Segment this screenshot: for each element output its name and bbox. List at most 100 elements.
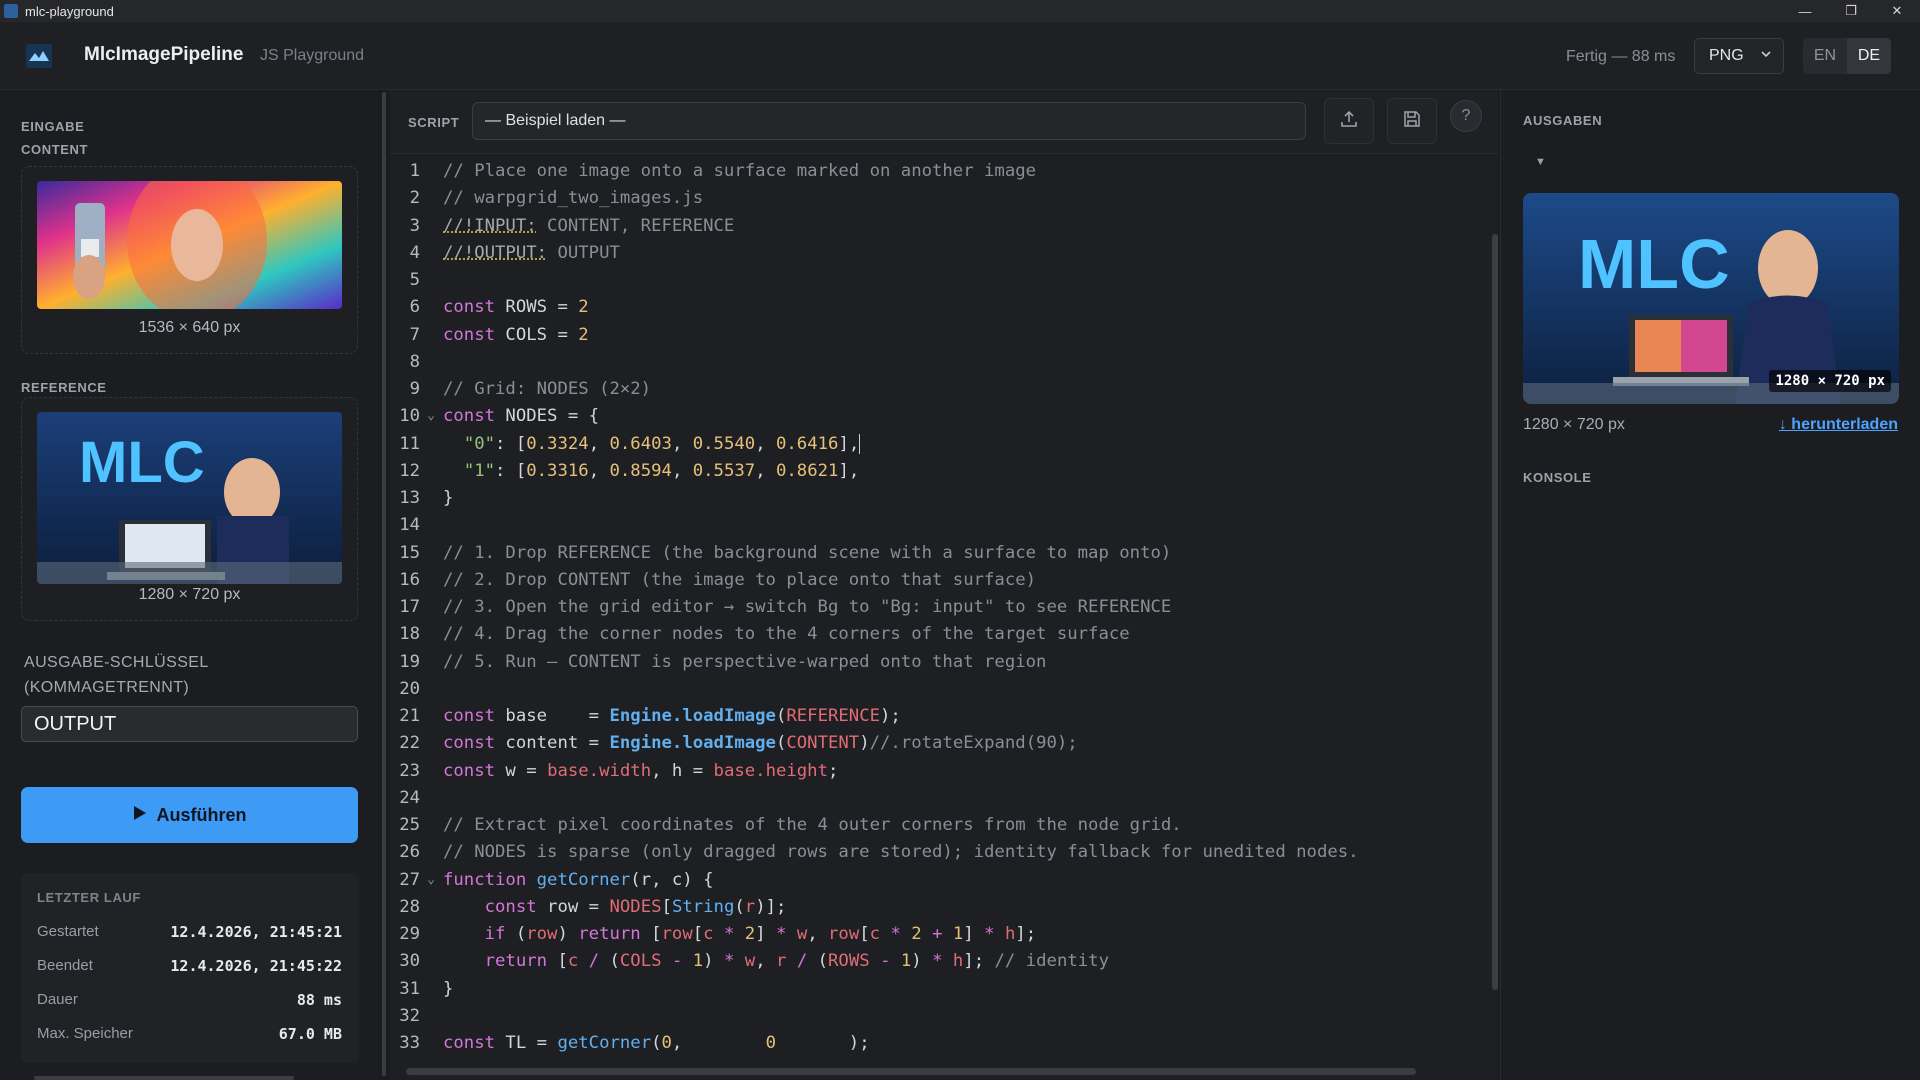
code-line: 22 const content = Engine.loadImage(CONTE… — [390, 729, 1480, 756]
code-line: 20 — [390, 675, 1480, 702]
code-line: 26 // NODES is sparse (only dragged rows … — [390, 838, 1480, 865]
output-panel: AUSGABEN ▼ MLC 1280 × 720 px 1280 × 720 … — [1500, 90, 1920, 1080]
code-line: 10 ⌄ const NODES = { — [390, 402, 1480, 429]
editor-horizontal-scrollbar[interactable] — [406, 1068, 1416, 1075]
code-identifier: REFERENCE — [786, 705, 881, 726]
number: 0.5540 — [692, 433, 756, 454]
line-number: 12 — [399, 460, 420, 481]
line-number: 29 — [399, 923, 420, 944]
sidebar-scrollbar[interactable] — [34, 1076, 294, 1080]
code-text: ROWS = — [495, 296, 579, 317]
fold-chevron-icon[interactable]: ⌄ — [424, 872, 438, 887]
format-select[interactable]: PNG — [1694, 38, 1784, 74]
code-line: 27 ⌄ function getCorner(r, c) { — [390, 866, 1480, 893]
keyword: const — [443, 760, 496, 781]
number: 0.8594 — [609, 460, 672, 481]
maximize-icon[interactable]: ❐ — [1828, 0, 1874, 22]
code-text: w = — [495, 760, 548, 781]
upload-button[interactable] — [1324, 98, 1374, 144]
code-text: base = — [495, 705, 610, 726]
brand-title: MlcImagePipeline — [84, 44, 244, 65]
code-comment: // NODES is sparse (only dragged rows ar… — [443, 841, 1359, 862]
code-comment: CONTENT, REFERENCE — [536, 215, 735, 236]
content-dimensions: 1536 × 640 px — [138, 319, 241, 336]
code-identifier: row — [661, 923, 693, 944]
line-number: 25 — [399, 814, 420, 835]
line-number: 19 — [399, 651, 420, 672]
code-editor[interactable]: 1 // Place one image onto a surface marke… — [390, 154, 1498, 1070]
number: 2 — [578, 324, 589, 345]
input-sidebar: EINGABE CONTENT 1536 × 640 px REFERENCE — [0, 90, 378, 1080]
lang-en-button[interactable]: EN — [1803, 38, 1847, 74]
code-line: 11 "0": [0.3324, 0.6403, 0.5540, 0.6416]… — [390, 430, 1480, 457]
code-comment: OUTPUT — [547, 242, 620, 263]
last-run-title: LETZTER LAUF — [37, 890, 141, 905]
code-comment: // 1. Drop REFERENCE (the background sce… — [443, 542, 1172, 563]
lang-de-button[interactable]: DE — [1847, 38, 1891, 74]
number: 0.3316 — [526, 460, 589, 481]
row-label: Max. Speicher — [37, 1025, 133, 1042]
output-image-preview[interactable]: MLC 1280 × 720 px — [1523, 193, 1899, 404]
help-button[interactable]: ? — [1450, 100, 1482, 132]
code-identifier: row — [526, 923, 558, 944]
window-controls: — ❐ ✕ — [1782, 0, 1920, 22]
code-line: 25 // Extract pixel coordinates of the 4 … — [390, 811, 1480, 838]
string: "1" — [463, 460, 496, 481]
line-number: 32 — [399, 1005, 420, 1026]
play-icon — [133, 805, 147, 826]
code-comment: // Grid: NODES (2×2) — [443, 378, 652, 399]
format-value: PNG — [1709, 47, 1744, 64]
line-number: 17 — [399, 596, 420, 617]
code-line: 8 — [390, 348, 1480, 375]
code-identifier: r — [744, 896, 756, 917]
code-identifier: base.width — [547, 760, 652, 781]
number: 0.3324 — [526, 433, 589, 454]
code-comment: // 4. Drag the corner nodes to the 4 cor… — [443, 623, 1130, 644]
line-number: 4 — [409, 242, 420, 263]
reference-image-dropzone[interactable]: MLC 1280 × 720 px — [21, 397, 358, 621]
brand-subtitle: JS Playground — [260, 47, 365, 64]
code-line: 2 // warpgrid_two_images.js — [390, 184, 1480, 211]
fold-chevron-icon[interactable]: ⌄ — [424, 408, 438, 423]
line-number: 30 — [399, 950, 420, 971]
output-key-input[interactable]: OUTPUT — [21, 706, 358, 742]
code-text: } — [443, 487, 454, 508]
code-line: 19 // 5. Run — CONTENT is perspective-war… — [390, 648, 1480, 675]
row-label: Dauer — [37, 991, 78, 1008]
last-run-row: Max. Speicher 67.0 MB — [37, 1025, 342, 1043]
directive: //!OUTPUT: — [443, 242, 548, 263]
code-identifier: CONTENT — [786, 732, 860, 753]
code-text: COLS = — [495, 324, 579, 345]
run-button[interactable]: Ausführen — [21, 787, 358, 843]
keyword: if — [484, 923, 506, 944]
example-select[interactable]: — Beispiel laden — — [472, 102, 1306, 140]
code-identifier: ROWS — [828, 950, 870, 971]
line-number: 7 — [409, 324, 420, 345]
editor-vertical-scrollbar[interactable] — [1492, 234, 1498, 990]
collapse-caret-icon[interactable]: ▼ — [1535, 156, 1546, 168]
line-number: 1 — [409, 160, 420, 181]
save-button[interactable] — [1387, 98, 1437, 144]
code-comment: // Extract pixel coordinates of the 4 ou… — [443, 814, 1182, 835]
code-line: 18 // 4. Drag the corner nodes to the 4 c… — [390, 620, 1480, 647]
line-number: 31 — [399, 978, 420, 999]
panel-splitter[interactable] — [382, 92, 386, 1076]
code-identifier: c — [567, 950, 579, 971]
line-number: 18 — [399, 623, 420, 644]
line-number: 21 — [399, 705, 420, 726]
minimize-icon[interactable]: — — [1782, 0, 1828, 22]
code-identifier: w — [796, 923, 808, 944]
download-link[interactable]: ↓ herunterladen — [1779, 416, 1898, 434]
line-number: 33 — [399, 1032, 420, 1053]
code-line: 5 — [390, 266, 1480, 293]
script-label: SCRIPT — [408, 115, 460, 130]
code-engine: Engine — [609, 732, 672, 753]
code-line: 24 — [390, 784, 1480, 811]
code-line: 33 const TL = getCorner(0, 0 ); — [390, 1029, 1480, 1056]
close-icon[interactable]: ✕ — [1874, 0, 1920, 22]
code-comment: // Place one image onto a surface marked… — [443, 160, 1037, 181]
output-key-label-line2: (KOMMAGETRENNT) — [24, 679, 190, 696]
keyword: const — [484, 896, 537, 917]
content-image-dropzone[interactable]: 1536 × 640 px — [21, 166, 358, 354]
line-number: 16 — [399, 569, 420, 590]
